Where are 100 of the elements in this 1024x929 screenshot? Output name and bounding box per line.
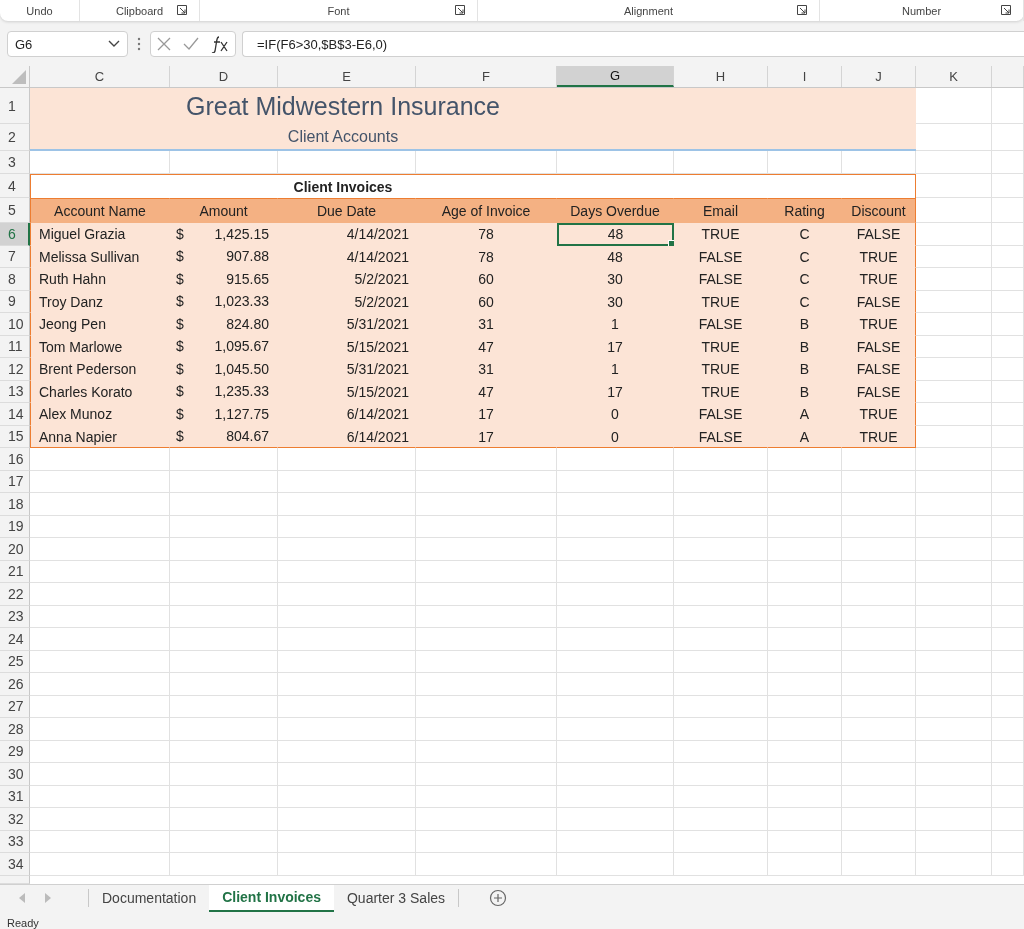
empty-cell[interactable] — [992, 290, 1024, 313]
row-header[interactable]: 27 — [0, 695, 30, 718]
empty-cell[interactable] — [557, 673, 674, 696]
empty-cell[interactable] — [278, 605, 416, 628]
row-header[interactable]: 11 — [0, 335, 30, 358]
empty-cell[interactable] — [916, 583, 992, 606]
empty-cell[interactable] — [170, 583, 278, 606]
empty-cell[interactable] — [992, 425, 1024, 448]
empty-cell[interactable] — [842, 808, 916, 831]
empty-cell[interactable] — [768, 628, 842, 651]
dialog-launcher-icon[interactable] — [1001, 5, 1011, 15]
empty-cell[interactable] — [278, 785, 416, 808]
empty-cell[interactable] — [416, 830, 557, 853]
empty-cell[interactable] — [557, 718, 674, 741]
row-header[interactable]: 31 — [0, 785, 30, 808]
empty-cell[interactable] — [416, 560, 557, 583]
empty-cell[interactable] — [992, 151, 1024, 174]
column-header[interactable]: E — [278, 66, 416, 87]
empty-cell[interactable] — [674, 830, 768, 853]
empty-cell[interactable] — [768, 740, 842, 763]
empty-cell[interactable] — [416, 448, 557, 471]
empty-cell[interactable] — [674, 605, 768, 628]
empty-cell[interactable] — [992, 124, 1024, 151]
empty-cell[interactable] — [916, 605, 992, 628]
empty-cell[interactable] — [416, 515, 557, 538]
empty-cell[interactable] — [842, 448, 916, 471]
row-header[interactable]: 18 — [0, 493, 30, 516]
empty-cell[interactable] — [992, 403, 1024, 426]
empty-cell[interactable] — [557, 830, 674, 853]
empty-cell[interactable] — [992, 560, 1024, 583]
empty-cell[interactable] — [674, 560, 768, 583]
empty-cell[interactable] — [278, 493, 416, 516]
empty-cell[interactable] — [916, 560, 992, 583]
empty-cell[interactable] — [557, 650, 674, 673]
row-header[interactable]: 22 — [0, 583, 30, 606]
empty-cell[interactable] — [557, 605, 674, 628]
empty-cell[interactable] — [916, 785, 992, 808]
row-header[interactable]: 10 — [0, 313, 30, 336]
empty-cell[interactable] — [170, 763, 278, 786]
empty-cell[interactable] — [170, 740, 278, 763]
empty-cell[interactable] — [992, 538, 1024, 561]
row-header[interactable]: 15 — [0, 425, 30, 448]
empty-cell[interactable] — [992, 695, 1024, 718]
empty-cell[interactable] — [170, 695, 278, 718]
empty-cell[interactable] — [768, 605, 842, 628]
empty-cell[interactable] — [557, 560, 674, 583]
empty-cell[interactable] — [992, 448, 1024, 471]
empty-cell[interactable] — [674, 448, 768, 471]
empty-cell[interactable] — [992, 470, 1024, 493]
formula-field[interactable]: =IF(F6>30,$B$3-E6,0) — [242, 31, 1024, 57]
empty-cell[interactable] — [992, 628, 1024, 651]
empty-cell[interactable] — [170, 853, 278, 876]
empty-cell[interactable] — [992, 583, 1024, 606]
empty-cell[interactable] — [916, 151, 992, 174]
select-all-icon[interactable] — [12, 70, 26, 84]
row-header[interactable]: 4 — [0, 174, 30, 198]
empty-cell[interactable] — [170, 515, 278, 538]
empty-cell[interactable] — [278, 808, 416, 831]
empty-cell[interactable] — [842, 695, 916, 718]
empty-cell[interactable] — [278, 538, 416, 561]
empty-cell[interactable] — [674, 628, 768, 651]
empty-cell[interactable] — [674, 650, 768, 673]
empty-cell[interactable] — [992, 808, 1024, 831]
empty-cell[interactable] — [992, 740, 1024, 763]
empty-cell[interactable] — [674, 673, 768, 696]
row-header[interactable]: 26 — [0, 673, 30, 696]
empty-cell[interactable] — [768, 583, 842, 606]
empty-cell[interactable] — [170, 493, 278, 516]
empty-cell[interactable] — [278, 853, 416, 876]
empty-cell[interactable] — [916, 740, 992, 763]
add-sheet-icon[interactable] — [489, 889, 508, 907]
row-header[interactable]: 24 — [0, 628, 30, 651]
empty-cell[interactable] — [278, 515, 416, 538]
empty-cell[interactable] — [992, 763, 1024, 786]
empty-cell[interactable] — [842, 740, 916, 763]
empty-cell[interactable] — [557, 740, 674, 763]
empty-cell[interactable] — [170, 538, 278, 561]
column-header[interactable]: C — [30, 66, 170, 87]
empty-cell[interactable] — [992, 245, 1024, 268]
empty-cell[interactable] — [992, 358, 1024, 381]
empty-cell[interactable] — [992, 268, 1024, 291]
more-icon[interactable] — [137, 37, 141, 51]
empty-cell[interactable] — [916, 695, 992, 718]
empty-cell[interactable] — [557, 583, 674, 606]
empty-cell[interactable] — [768, 785, 842, 808]
row-header[interactable]: 2 — [0, 124, 30, 151]
insert-function-icon[interactable] — [209, 35, 230, 53]
empty-cell[interactable] — [992, 718, 1024, 741]
sheet-tab[interactable]: Documentation — [89, 884, 210, 912]
empty-cell[interactable] — [916, 763, 992, 786]
empty-cell[interactable] — [674, 718, 768, 741]
empty-cell[interactable] — [768, 673, 842, 696]
row-header[interactable]: 9 — [0, 290, 30, 313]
empty-cell[interactable] — [557, 470, 674, 493]
empty-cell[interactable] — [842, 493, 916, 516]
sheet-tab[interactable]: Client Invoices — [209, 884, 334, 912]
empty-cell[interactable] — [674, 538, 768, 561]
empty-cell[interactable] — [557, 538, 674, 561]
empty-cell[interactable] — [768, 718, 842, 741]
row-header[interactable]: 32 — [0, 808, 30, 831]
